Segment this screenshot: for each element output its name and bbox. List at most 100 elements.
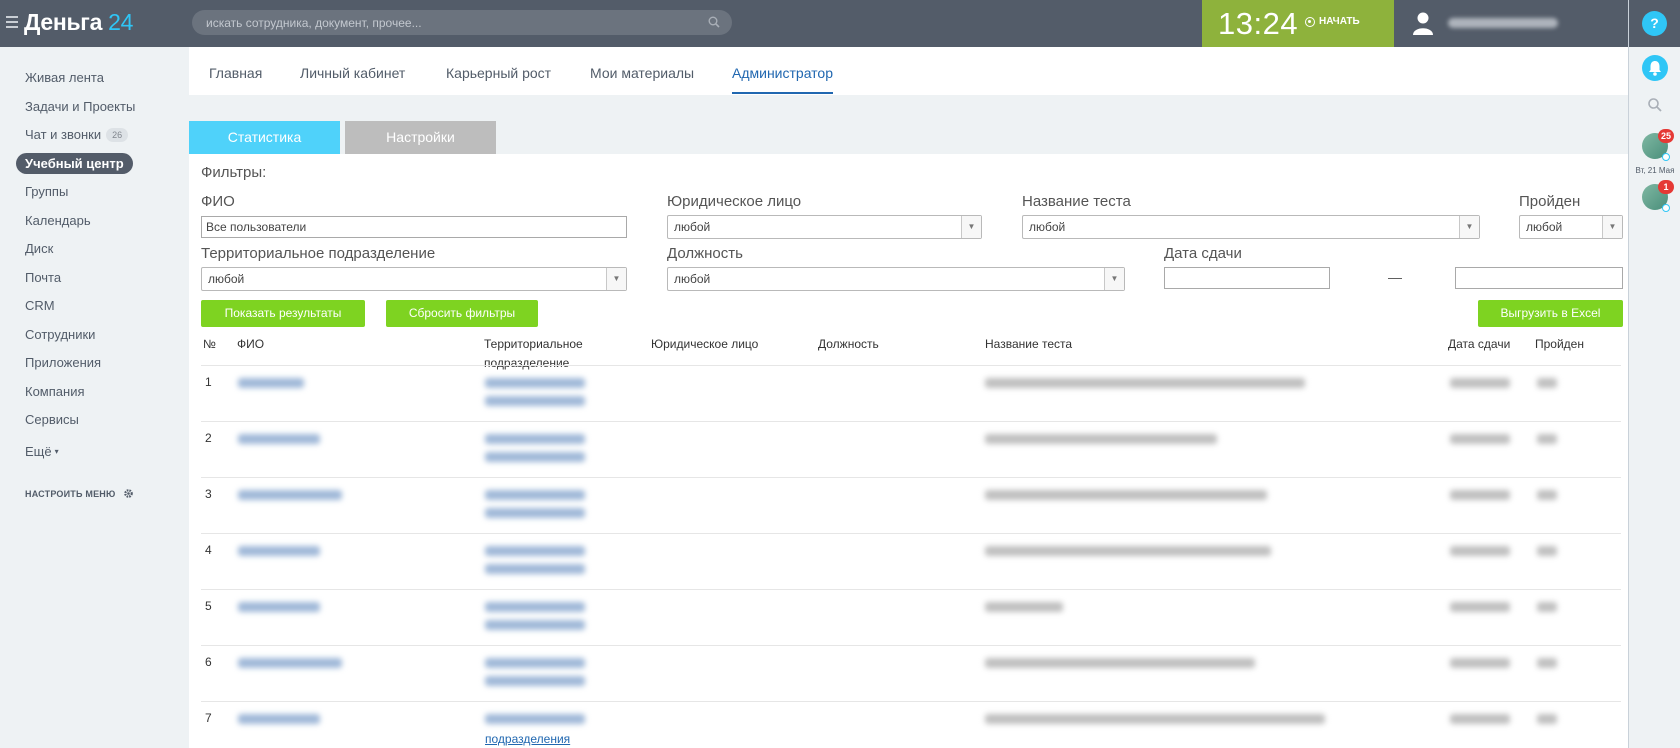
date-cell: [1450, 602, 1510, 612]
chat-avatar[interactable]: 1: [1642, 180, 1674, 212]
tab-career-growth[interactable]: Карьерный рост: [446, 65, 551, 81]
tab-settings[interactable]: Настройки: [345, 121, 496, 154]
search-icon[interactable]: [708, 16, 720, 28]
table-row-number: 6: [205, 655, 212, 669]
sidebar-item-apps[interactable]: Приложения: [25, 355, 101, 370]
row-divider: [201, 421, 1621, 422]
territory-link[interactable]: [485, 602, 585, 612]
logo[interactable]: Деньга 24: [24, 9, 133, 36]
test-name-cell: [985, 490, 1267, 500]
col-position[interactable]: Должность: [818, 335, 879, 354]
sidebar-item-calendar[interactable]: Календарь: [25, 213, 91, 228]
territory-link[interactable]: [485, 714, 585, 724]
sidebar-item-groups[interactable]: Группы: [25, 184, 68, 199]
employee-name-link[interactable]: [238, 658, 342, 668]
start-workday-button[interactable]: НАЧАТЬ: [1305, 16, 1360, 27]
employee-name-link[interactable]: [238, 602, 320, 612]
row-divider: [201, 365, 1621, 366]
table-row-number: 1: [205, 375, 212, 389]
sidebar-item-crm[interactable]: CRM: [25, 298, 55, 313]
gear-icon: [124, 489, 134, 498]
table-row-number: 3: [205, 487, 212, 501]
user-menu[interactable]: [1412, 10, 1558, 36]
date-cell: [1450, 378, 1510, 388]
menu-icon[interactable]: [6, 16, 18, 28]
col-date[interactable]: Дата сдачи: [1448, 335, 1510, 354]
search-bar: [192, 10, 732, 35]
employee-name-link[interactable]: [238, 378, 304, 388]
fio-input[interactable]: [201, 216, 627, 238]
unread-badge: 25: [1657, 129, 1674, 143]
col-fio[interactable]: ФИО: [237, 335, 264, 354]
territory-link[interactable]: подразделения: [485, 732, 570, 746]
employee-name-link[interactable]: [238, 546, 320, 556]
passed-cell: [1537, 714, 1557, 724]
sidebar-item-more[interactable]: Ещё ▾: [25, 444, 59, 459]
territory-link[interactable]: [485, 620, 585, 630]
territory-link[interactable]: [485, 564, 585, 574]
show-results-button[interactable]: Показать результаты: [201, 300, 365, 327]
territory-link[interactable]: [485, 546, 585, 556]
test-name-cell: [985, 434, 1217, 444]
sidebar-item-disk[interactable]: Диск: [25, 241, 53, 256]
help-button[interactable]: ?: [1642, 11, 1667, 36]
col-legal-entity[interactable]: Юридическое лицо: [651, 335, 758, 354]
sidebar-item-chat[interactable]: Чат и звонки 26: [25, 127, 129, 142]
employee-name-link[interactable]: [238, 490, 342, 500]
row-divider: [201, 701, 1621, 702]
date-from-input[interactable]: [1164, 267, 1330, 289]
territory-select[interactable]: любой ▼: [201, 267, 627, 291]
passed-cell: [1537, 546, 1557, 556]
territory-link[interactable]: [485, 490, 585, 500]
reset-filters-button[interactable]: Сбросить фильтры: [386, 300, 538, 327]
territory-link[interactable]: [485, 452, 585, 462]
sidebar-item-company[interactable]: Компания: [25, 384, 85, 399]
sidebar-item-tasks[interactable]: Задачи и Проекты: [25, 99, 135, 114]
sidebar-item-services[interactable]: Сервисы: [25, 412, 79, 427]
test-name-label: Название теста: [1022, 193, 1131, 210]
territory-link[interactable]: [485, 396, 585, 406]
date-to-input[interactable]: [1455, 267, 1623, 289]
legal-entity-select[interactable]: любой ▼: [667, 215, 982, 239]
sidebar-item-feed[interactable]: Живая лента: [25, 70, 104, 85]
export-excel-button[interactable]: Выгрузить в Excel: [1478, 300, 1623, 327]
tab-my-materials[interactable]: Мои материалы: [590, 65, 694, 81]
row-divider: [201, 533, 1621, 534]
tab-main[interactable]: Главная: [209, 65, 262, 81]
sidebar-item-employees[interactable]: Сотрудники: [25, 327, 95, 342]
work-day-widget[interactable]: 13:24 НАЧАТЬ: [1202, 0, 1394, 47]
col-territory[interactable]: Территориальное подразделение: [484, 335, 583, 373]
notifications-button[interactable]: [1642, 55, 1668, 81]
tab-personal-cabinet[interactable]: Личный кабинет: [300, 65, 405, 81]
date-label: Дата сдачи: [1164, 245, 1242, 262]
search-input[interactable]: [206, 10, 686, 35]
col-passed[interactable]: Пройден: [1535, 335, 1584, 354]
sidebar-item-training-center[interactable]: Учебный центр: [16, 153, 133, 174]
passed-select[interactable]: любой ▼: [1519, 215, 1623, 239]
employee-name-link[interactable]: [238, 434, 320, 444]
position-select[interactable]: любой ▼: [667, 267, 1125, 291]
territory-link[interactable]: [485, 378, 585, 388]
sidebar-item-mail[interactable]: Почта: [25, 270, 61, 285]
search-icon[interactable]: [1647, 97, 1663, 113]
territory-link[interactable]: [485, 434, 585, 444]
territory-link[interactable]: [485, 676, 585, 686]
date-cell: [1450, 714, 1510, 724]
user-icon: [1413, 12, 1433, 35]
logo-text: Деньга: [24, 9, 103, 35]
col-test-name[interactable]: Название теста: [985, 335, 1072, 354]
row-divider: [201, 645, 1621, 646]
chat-avatar[interactable]: 25: [1642, 129, 1674, 161]
tab-statistics[interactable]: Статистика: [189, 121, 340, 154]
col-num[interactable]: №: [203, 335, 216, 354]
bell-icon: [1649, 61, 1661, 76]
configure-menu-button[interactable]: НАСТРОИТЬ МЕНЮ: [25, 488, 134, 499]
record-icon: [1305, 16, 1315, 27]
employee-name-link[interactable]: [238, 714, 320, 724]
tab-administrator[interactable]: Администратор: [732, 65, 834, 94]
passed-cell: [1537, 658, 1557, 668]
test-name-select[interactable]: любой ▼: [1022, 215, 1480, 239]
territory-link[interactable]: [485, 508, 585, 518]
territory-link[interactable]: [485, 658, 585, 668]
test-name-cell: [985, 602, 1063, 612]
